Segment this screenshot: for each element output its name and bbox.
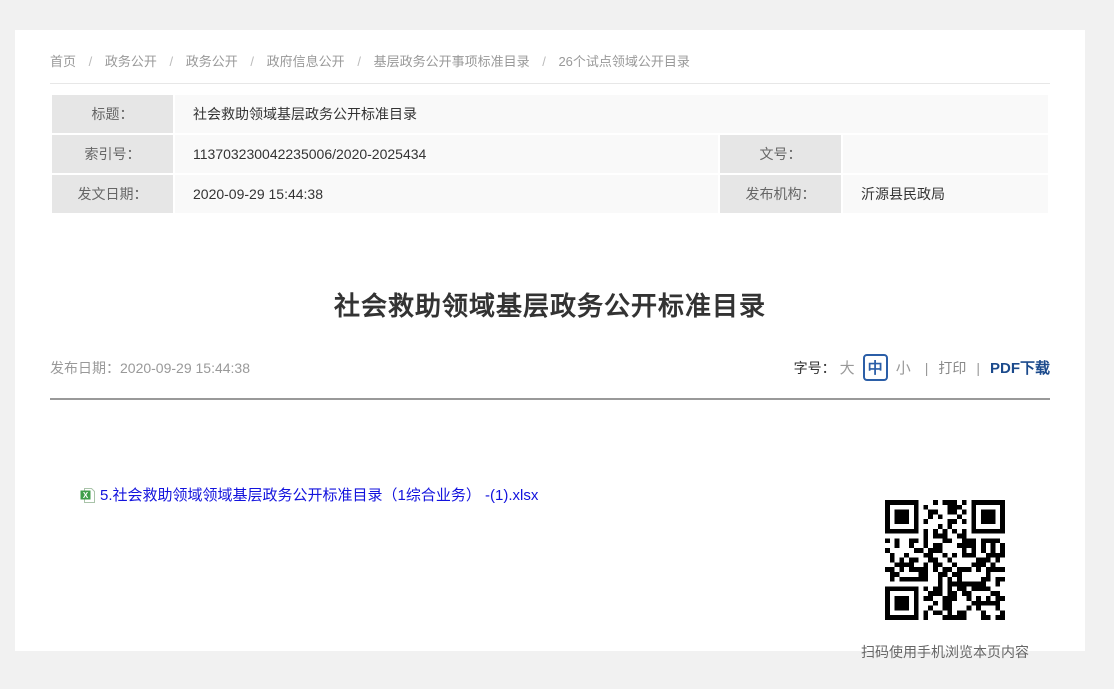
breadcrumb-link[interactable]: 政务公开 [186, 54, 238, 69]
controls-separator: | [925, 360, 929, 376]
qr-block: 扫码使用手机浏览本页内容 [840, 500, 1050, 662]
publish-date-value: 2020-09-29 15:44:38 [120, 360, 250, 376]
font-size-label: 字号： [794, 358, 836, 378]
controls-separator: | [976, 360, 980, 376]
breadcrumb-link[interactable]: 政务公开 [105, 54, 157, 69]
meta-value-issuing-org: 沂源县民政局 [843, 175, 1048, 213]
svg-text:X: X [83, 490, 89, 499]
table-row: 发文日期： 2020-09-29 15:44:38 发布机构： 沂源县民政局 [52, 175, 1048, 213]
font-size-medium-button[interactable]: 中 [863, 354, 888, 381]
document-meta-table: 标题： 社会救助领域基层政务公开标准目录 索引号： 11370323004223… [50, 93, 1050, 215]
content-card: 首页 / 政务公开 / 政务公开 / 政府信息公开 / 基层政务公开事项标准目录… [15, 30, 1085, 651]
table-row: 索引号： 113703230042235006/2020-2025434 文号： [52, 135, 1048, 173]
publish-date: 发布日期：2020-09-29 15:44:38 [50, 358, 250, 378]
meta-label-doc-number: 文号： [720, 135, 841, 173]
breadcrumb-separator: / [357, 54, 361, 69]
meta-value-doc-number [843, 135, 1048, 173]
font-size-large-button[interactable]: 大 [840, 357, 855, 378]
meta-value-index-number: 113703230042235006/2020-2025434 [175, 135, 718, 173]
font-size-small-button[interactable]: 小 [896, 357, 911, 378]
article-body: X 5.社会救助领域领域基层政务公开标准目录（1综合业务） -(1).xlsx … [50, 400, 1050, 660]
meta-label-issue-date: 发文日期： [52, 175, 173, 213]
page: 首页 / 政务公开 / 政务公开 / 政府信息公开 / 基层政务公开事项标准目录… [0, 0, 1114, 689]
qr-caption: 扫码使用手机浏览本页内容 [840, 642, 1050, 662]
breadcrumb: 首页 / 政务公开 / 政务公开 / 政府信息公开 / 基层政务公开事项标准目录… [50, 30, 1050, 70]
attachment-link[interactable]: 5.社会救助领域领域基层政务公开标准目录（1综合业务） -(1).xlsx [100, 484, 538, 505]
meta-label-title: 标题： [52, 95, 173, 133]
breadcrumb-separator: / [170, 54, 174, 69]
breadcrumb-link[interactable]: 基层政务公开事项标准目录 [374, 54, 530, 69]
table-row: 标题： 社会救助领域基层政务公开标准目录 [52, 95, 1048, 133]
pdf-download-button[interactable]: PDF下载 [990, 357, 1050, 378]
breadcrumb-link[interactable]: 政府信息公开 [267, 54, 345, 69]
print-button[interactable]: 打印 [938, 358, 966, 378]
breadcrumb-separator: / [250, 54, 254, 69]
breadcrumb-link-home[interactable]: 首页 [50, 54, 76, 69]
qr-code [885, 500, 1005, 620]
meta-value-title: 社会救助领域基层政务公开标准目录 [175, 95, 1048, 133]
breadcrumb-link-current[interactable]: 26个试点领域公开目录 [558, 54, 689, 69]
page-title: 社会救助领域基层政务公开标准目录 [50, 286, 1050, 323]
breadcrumb-separator: / [542, 54, 546, 69]
publish-date-label: 发布日期： [50, 360, 120, 376]
article-controls: 字号： 大 中 小 | 打印 | PDF下载 [794, 354, 1050, 381]
meta-label-issuing-org: 发布机构： [720, 175, 841, 213]
meta-label-index-number: 索引号： [52, 135, 173, 173]
meta-value-issue-date: 2020-09-29 15:44:38 [175, 175, 718, 213]
breadcrumb-separator: / [89, 54, 93, 69]
article-meta-line: 发布日期：2020-09-29 15:44:38 字号： 大 中 小 | 打印 … [50, 354, 1050, 381]
attachment-row: X 5.社会救助领域领域基层政务公开标准目录（1综合业务） -(1).xlsx [80, 484, 538, 505]
breadcrumb-divider [50, 83, 1050, 84]
excel-file-icon: X [80, 487, 96, 503]
